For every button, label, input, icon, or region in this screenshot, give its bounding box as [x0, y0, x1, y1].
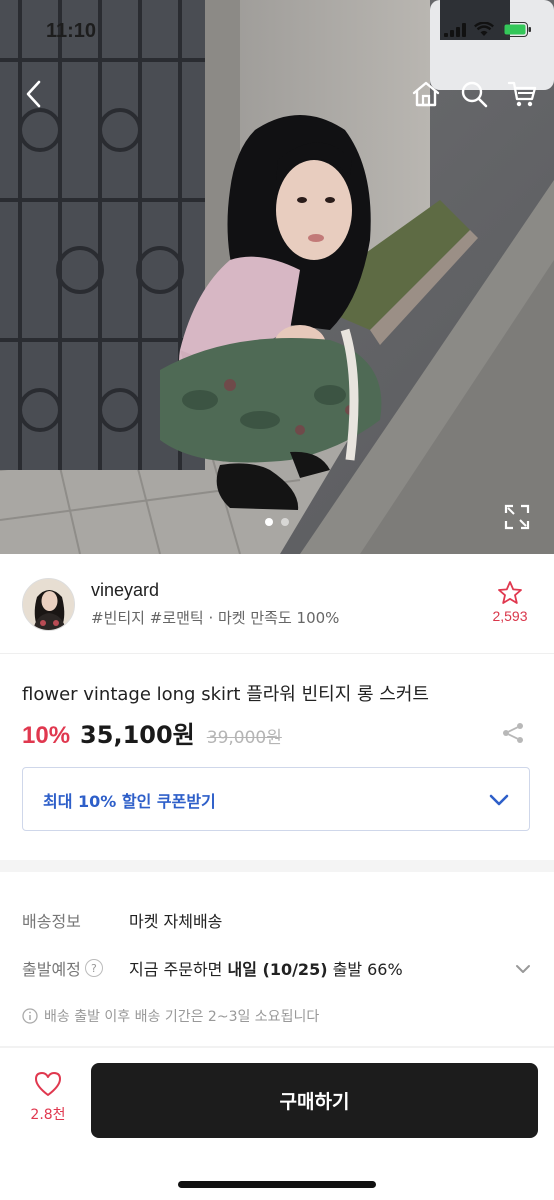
home-indicator [178, 1181, 376, 1188]
signal-icon [444, 22, 466, 37]
shipping-info-label: 배송정보 [22, 912, 81, 931]
follow-store-button[interactable]: 2,593 [488, 580, 532, 624]
departure-date: 내일 (10/25) [227, 960, 328, 979]
expand-icon [504, 504, 530, 530]
price-row: 10% 35,100원 39,000원 [22, 715, 282, 750]
pagination-dot [281, 518, 289, 526]
status-bar: 11:10 [0, 0, 554, 66]
departure-label-wrap: 출발예정 ? [22, 956, 129, 980]
seller-section[interactable]: vineyard #빈티지 #로맨틱 · 마켓 만족도 100% 2,593 [0, 554, 554, 654]
shipping-info-value: 마켓 자체배송 [129, 912, 223, 931]
section-divider [0, 860, 554, 872]
departure-suffix: 출발 66% [327, 960, 403, 979]
help-icon[interactable]: ? [84, 959, 103, 977]
wifi-icon [474, 22, 494, 36]
cart-button[interactable] [500, 72, 544, 116]
like-button[interactable]: 2.8천 [22, 1070, 74, 1130]
seller-tags: #빈티지 #로맨틱 · 마켓 만족도 100% [91, 609, 340, 627]
product-photo[interactable]: 11:10 [0, 0, 554, 554]
seller-avatar-image [23, 579, 74, 630]
seller-name[interactable]: vineyard [91, 580, 159, 601]
coupon-button[interactable]: 최대 10% 할인 쿠폰받기 [22, 767, 530, 831]
home-button[interactable] [404, 72, 448, 116]
home-icon [412, 81, 440, 107]
discount-rate: 10% [22, 722, 71, 749]
share-icon [503, 723, 523, 743]
status-time: 11:10 [46, 20, 97, 42]
battery-icon [502, 22, 531, 37]
share-button[interactable] [498, 718, 528, 748]
departure-value: 지금 주문하면 내일 (10/25) 출발 66% [129, 956, 403, 980]
like-count: 2.8천 [30, 1107, 66, 1123]
bottom-divider [0, 1046, 554, 1048]
chevron-down-icon [489, 794, 509, 806]
cart-icon [507, 81, 537, 107]
coupon-label: 최대 10% 할인 쿠폰받기 [43, 792, 216, 811]
avatar[interactable] [22, 578, 75, 631]
shipping-info-row: 배송정보 마켓 자체배송 [22, 906, 532, 934]
search-icon [461, 81, 488, 108]
status-icons [444, 22, 532, 37]
search-button[interactable] [452, 72, 496, 116]
sale-price: 35,100원 [80, 721, 195, 749]
departure-row[interactable]: 출발예정 ? 지금 주문하면 내일 (10/25) 출발 66% [22, 954, 532, 982]
pagination-dot-active [265, 518, 273, 526]
info-icon [22, 1008, 38, 1024]
follower-count: 2,593 [492, 608, 528, 624]
product-title: flower vintage long skirt 플라워 빈티지 롱 스커트 [22, 684, 429, 705]
heart-icon [35, 1072, 61, 1096]
shipping-note-text: 배송 출발 이후 배송 기간은 2~3일 소요됩니다 [44, 1009, 320, 1025]
top-nav [0, 72, 554, 120]
original-price: 39,000원 [206, 728, 282, 748]
buy-button[interactable]: 구매하기 [91, 1063, 538, 1138]
departure-prefix: 지금 주문하면 [129, 960, 228, 979]
chevron-down-icon[interactable] [514, 960, 532, 978]
back-button[interactable] [12, 72, 56, 116]
shipping-note: 배송 출발 이후 배송 기간은 2~3일 소요됩니다 [22, 1006, 319, 1026]
departure-label: 출발예정 [22, 960, 81, 979]
expand-button[interactable] [502, 502, 532, 532]
star-icon [498, 581, 522, 604]
chevron-left-icon [26, 80, 41, 108]
gallery-pagination [0, 518, 554, 526]
